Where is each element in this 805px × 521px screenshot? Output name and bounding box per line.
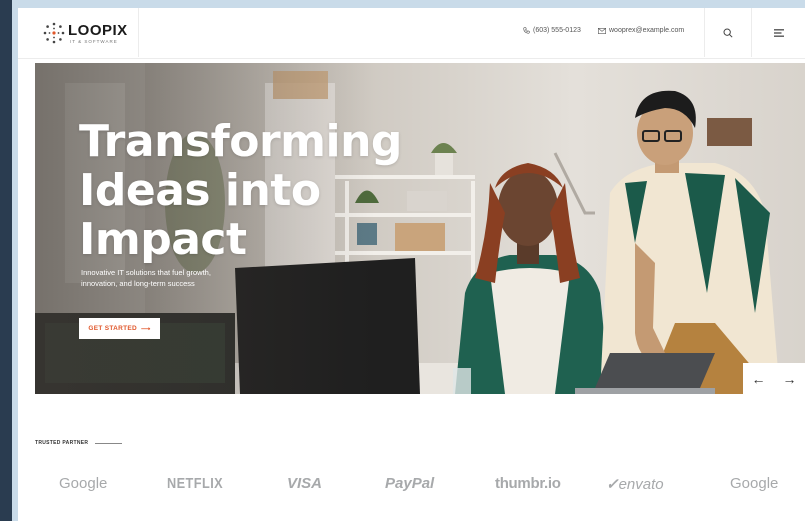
get-started-label: GET STARTED xyxy=(88,325,138,332)
arrow-right-icon: ⟶ xyxy=(141,325,151,333)
hero-title-line-2: Ideas into xyxy=(79,165,321,216)
partner-logo-netflix[interactable]: NETFLIX xyxy=(167,475,223,492)
partner-logos: Google NETFLIX VISA PayPal thumbr.io ✓en… xyxy=(18,475,805,499)
phone-icon xyxy=(523,27,530,34)
email-link[interactable]: wooprex@example.com xyxy=(598,27,684,34)
trusted-partner-label: TRUSTED PARTNER xyxy=(35,440,89,446)
envato-leaf-icon: ✓ xyxy=(606,476,619,493)
hero-title-line-3: Impact xyxy=(79,214,247,265)
arrow-left-icon: ← xyxy=(751,370,766,387)
next-slide-button[interactable]: → xyxy=(774,363,805,394)
logo-mark-icon xyxy=(43,22,65,44)
get-started-button[interactable]: GET STARTED ⟶ xyxy=(79,318,160,339)
partner-logo-google-2[interactable]: Google xyxy=(730,475,778,492)
hero-subtitle-line-1: Innovative IT solutions that fuel growth… xyxy=(81,268,211,277)
email-address: wooprex@example.com xyxy=(609,27,685,34)
envato-wordmark: envato xyxy=(618,476,664,493)
brand-tagline: IT & SOFTWARE xyxy=(70,39,118,44)
prev-slide-button[interactable]: ← xyxy=(743,363,775,394)
partner-logo-google[interactable]: Google xyxy=(59,475,107,492)
menu-icon xyxy=(774,28,784,37)
partner-logo-visa[interactable]: VISA xyxy=(287,475,322,492)
partner-logo-paypal[interactable]: PayPal xyxy=(385,475,434,492)
brand-name: LOOPIX xyxy=(68,22,128,39)
mail-icon xyxy=(598,27,606,34)
search-icon xyxy=(723,28,733,38)
phone-number: (603) 555-0123 xyxy=(533,27,581,34)
hero-title: Transforming Ideas into Impact xyxy=(79,117,402,264)
partner-logo-envato[interactable]: ✓envato xyxy=(606,475,664,493)
hero-subtitle-line-2: innovation, and long-term success xyxy=(81,279,195,288)
phone-link[interactable]: (603) 555-0123 xyxy=(523,27,581,34)
hero-title-line-1: Transforming xyxy=(79,116,402,167)
menu-button[interactable] xyxy=(751,8,805,57)
page: LOOPIX IT & SOFTWARE (603) 555-0123 woop… xyxy=(18,8,805,521)
window-frame-left xyxy=(0,0,12,521)
partner-logo-thumbrio[interactable]: thumbr.io xyxy=(495,475,561,492)
arrow-right-icon: → xyxy=(782,370,797,387)
logo[interactable]: LOOPIX IT & SOFTWARE xyxy=(18,8,139,57)
hero-subtitle: Innovative IT solutions that fuel growth… xyxy=(81,267,281,289)
trusted-partner-heading: TRUSTED PARTNER xyxy=(35,440,123,446)
search-button[interactable] xyxy=(704,8,751,57)
hero-banner: Transforming Ideas into Impact Innovativ… xyxy=(35,63,805,394)
divider-line xyxy=(95,442,123,444)
site-header: LOOPIX IT & SOFTWARE (603) 555-0123 woop… xyxy=(18,8,805,59)
